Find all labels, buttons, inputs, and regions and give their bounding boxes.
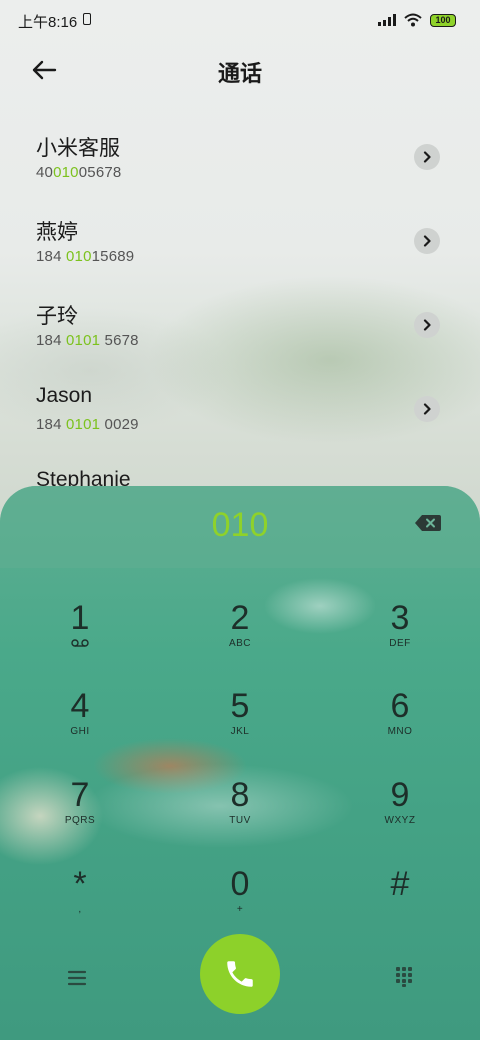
contact-item[interactable]: 燕婷 184 01015689 (0, 216, 480, 300)
key-digit: 9 (390, 776, 410, 814)
key-letters: MNO (387, 726, 413, 737)
chevron-right-icon (423, 403, 431, 415)
number-part: 05678 (78, 164, 122, 181)
key-digit: 2 (230, 599, 250, 637)
number-match: 0101 (66, 416, 101, 433)
number-match: 010 (66, 248, 92, 265)
key-letters: + (236, 904, 244, 915)
contact-detail-button[interactable] (414, 228, 440, 254)
contact-detail-button[interactable] (414, 144, 440, 170)
signal-icon (378, 14, 396, 26)
number-part: 184 (36, 416, 66, 433)
contact-name: Jason (36, 384, 93, 407)
chevron-right-icon (423, 235, 431, 247)
key-hash[interactable]: # (340, 864, 460, 944)
contact-name: 小米客服 (36, 137, 120, 160)
key-digit: 3 (390, 599, 410, 637)
contact-item[interactable]: Jason 184 0101 0029 (0, 384, 480, 468)
key-2[interactable]: 2 ABC (180, 598, 300, 678)
contact-item[interactable]: 小米客服 4001005678 (0, 132, 480, 216)
key-letters: DEF (389, 638, 411, 649)
status-icons: 100 (378, 11, 456, 29)
key-letters: , (78, 904, 82, 915)
key-8[interactable]: 8 TUV (180, 775, 300, 855)
contact-name: 子玲 (36, 305, 78, 328)
key-0[interactable]: 0 + (180, 864, 300, 944)
contact-detail-button[interactable] (414, 312, 440, 338)
dialer-bottom-bar (0, 934, 480, 1024)
number-match: 0101 (66, 332, 101, 349)
contact-number: 184 01015689 (36, 248, 134, 265)
chevron-right-icon (423, 151, 431, 163)
number-part: 5678 (100, 332, 139, 349)
battery-level: 100 (435, 15, 451, 25)
key-6[interactable]: 6 MNO (340, 686, 460, 766)
key-digit: 4 (70, 687, 90, 725)
key-3[interactable]: 3 DEF (340, 598, 460, 678)
chevron-right-icon (423, 319, 431, 331)
key-letters: WXYZ (384, 815, 416, 826)
header: 通话 (0, 44, 480, 96)
key-9[interactable]: 9 WXYZ (340, 775, 460, 855)
delete-button[interactable] (414, 514, 442, 532)
key-letters: ABC (228, 638, 252, 649)
key-letters: TUV (229, 815, 251, 826)
menu-icon (67, 970, 87, 986)
dialpad-toggle-button[interactable] (392, 964, 416, 988)
key-digit: 8 (230, 776, 250, 814)
key-1[interactable]: 1 (20, 598, 140, 678)
key-digit: 6 (390, 687, 410, 725)
number-part: 15689 (91, 248, 135, 265)
dialpad-icon (396, 967, 412, 987)
call-button[interactable] (200, 934, 280, 1014)
number-part: 0029 (100, 416, 139, 433)
vibrate-icon (83, 13, 91, 25)
contact-detail-button[interactable] (414, 396, 440, 422)
number-part: 184 (36, 248, 66, 265)
number-part: 40 (36, 164, 54, 181)
key-digit: 5 (230, 687, 250, 725)
voicemail-icon (71, 639, 89, 647)
key-digit: 0 (230, 865, 250, 903)
key-digit: * (73, 865, 87, 903)
contact-item[interactable]: 子玲 184 0101 5678 (0, 300, 480, 384)
contact-number: 184 0101 5678 (36, 332, 139, 349)
number-match: 010 (53, 164, 79, 181)
key-digit: # (390, 865, 410, 903)
key-4[interactable]: 4 GHI (20, 686, 140, 766)
key-7[interactable]: 7 PQRS (20, 775, 140, 855)
battery-icon: 100 (430, 13, 456, 27)
status-time: 上午8:16 (18, 14, 78, 31)
menu-button[interactable] (64, 966, 92, 990)
key-5[interactable]: 5 JKL (180, 686, 300, 766)
key-digit: 1 (70, 599, 90, 637)
key-digit: 7 (70, 776, 90, 814)
contact-name: 燕婷 (36, 221, 78, 244)
phone-icon (227, 961, 253, 987)
dialpad-panel: 010 1 2 ABC 3 DEF 4 GHI 5 JKL 6 MNO 7 PQ… (0, 486, 480, 1040)
key-letters: JKL (230, 726, 250, 737)
wifi-icon (404, 13, 422, 27)
dialed-number: 010 (211, 506, 269, 544)
key-star[interactable]: * , (20, 864, 140, 944)
dial-display: 010 (0, 486, 480, 568)
key-letters: GHI (70, 726, 90, 737)
number-part: 184 (36, 332, 66, 349)
status-bar: 上午8:16 100 (0, 0, 480, 40)
page-title: 通话 (217, 61, 262, 86)
key-letters: PQRS (64, 815, 96, 826)
backspace-icon (415, 515, 441, 531)
contact-number: 184 0101 0029 (36, 416, 139, 433)
contact-number: 4001005678 (36, 164, 121, 181)
